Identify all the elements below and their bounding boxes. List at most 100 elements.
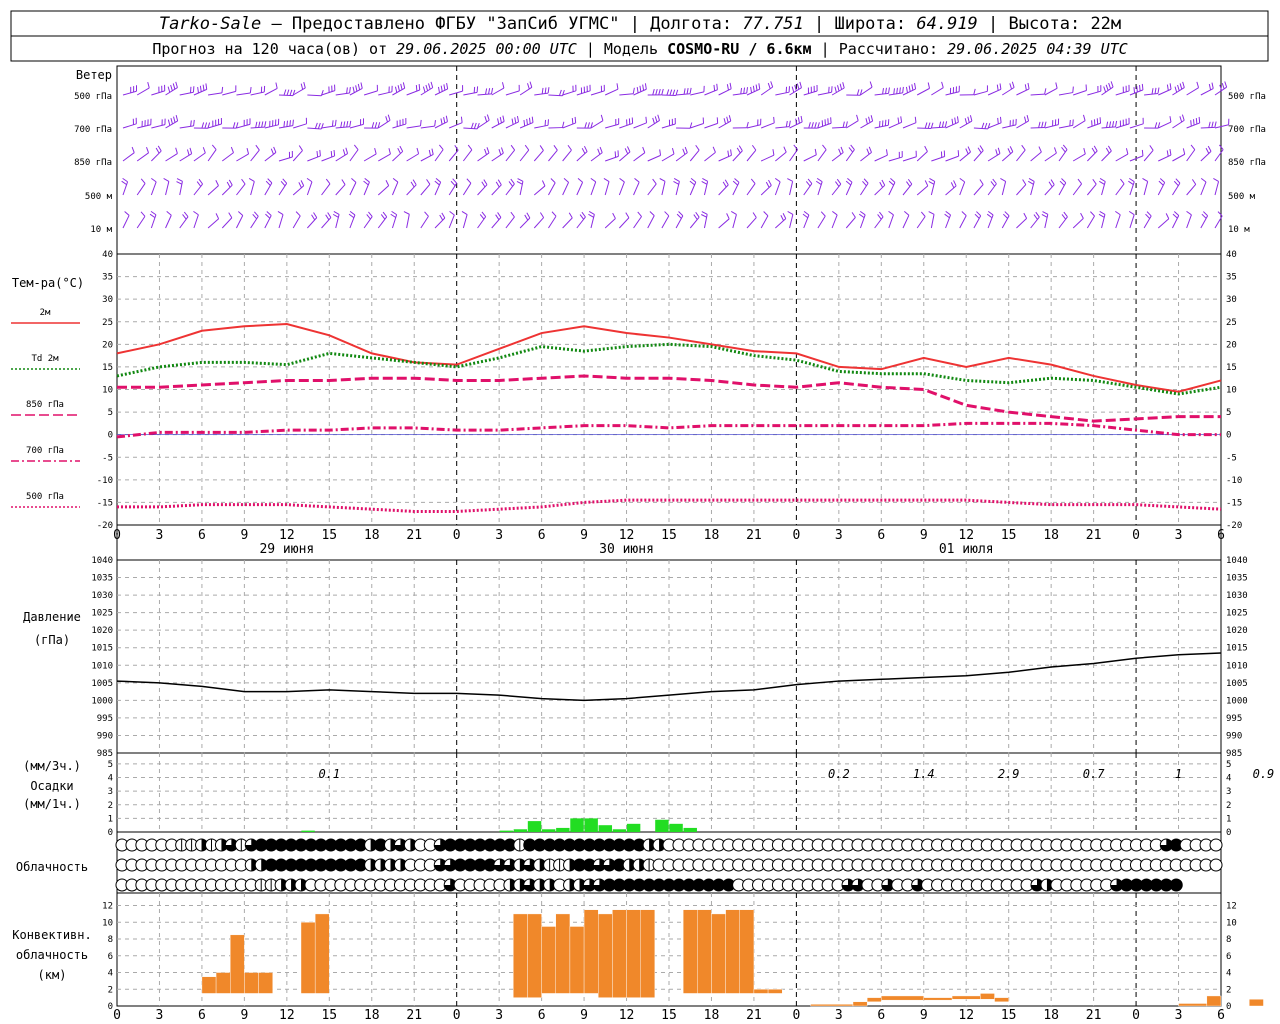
wind-barb-feather [524,214,529,221]
x-tick-label: 12 [619,528,635,543]
wind-barb-feather [997,147,1001,154]
wind-barb [959,151,971,162]
wind-barb-feather [1224,81,1228,88]
legend-label: Td 2м [31,354,59,364]
y-tick-label-right: -5 [1226,453,1237,463]
wind-barb-feather [157,145,162,152]
wind-barb-feather [334,119,337,126]
wind-barb-feather [298,182,302,188]
wind-barb-feather [969,115,973,122]
y-tick-label-right: 35 [1226,273,1237,283]
convective-bar [881,995,924,1001]
wind-barb [633,88,647,96]
y-tick-label-right: 25 [1226,318,1237,328]
wind-barb-feather [938,121,942,128]
wind-barb [179,91,194,96]
wind-barb-feather [645,116,648,123]
wind-barb-feather [1024,84,1027,91]
x-tick-label: 6 [198,528,206,543]
convective-bar [541,926,556,994]
wind-barb [462,214,468,229]
wind-barb-feather [497,179,502,186]
wind-barb-feather [470,122,474,129]
wind-barb-feather [928,180,935,185]
wind-barb [307,127,322,130]
wind-barb [236,123,251,129]
wind-barb-feather [689,180,695,186]
wind-barb-feather [822,144,827,151]
convective-bar [244,972,259,994]
wind-barb-feather [814,122,817,129]
wind-barb-feather [695,211,700,218]
wind-barb [292,87,306,96]
wind-barb [845,149,855,162]
wind-barb-feather [899,87,901,94]
convective-title-1: Конвективн. [12,928,91,942]
wind-barb-feather [642,84,645,91]
wind-barb [179,125,194,129]
y-tick-label-right: 12 [1226,902,1237,912]
wind-barb [1172,182,1181,196]
wind-barb [477,184,488,196]
wind-barb-feather [642,146,646,153]
wind-barb-feather [150,210,157,216]
x-tick-label: 21 [1086,528,1102,543]
x-tick-label: 18 [364,528,380,543]
convective-bar [725,909,740,994]
wind-barb-feather [979,179,984,185]
wind-barb [761,122,775,129]
wind-barb [746,149,757,162]
wind-barb [676,93,691,96]
wind-barb-feather [481,181,486,188]
wind-barb-feather [793,144,798,150]
precip-bar [669,823,683,832]
wind-barb [505,216,515,229]
precip-bar [513,829,528,832]
wind-barb-feather [583,145,588,152]
wind-barb [618,181,625,196]
wind-barb-feather [1177,84,1180,91]
y-tick-label-right: 10 [1226,918,1237,928]
y-tick-label: 995 [97,714,113,724]
wind-barb-feather [649,211,655,216]
wind-barb [448,182,458,196]
wind-barb-feather [1022,179,1027,185]
legend-label: 700 гПа [26,446,64,456]
wind-barb-feather [1033,214,1038,220]
y-tick-label: 40 [102,250,113,260]
convective-bar [711,913,726,994]
wind-barb [534,92,549,96]
precip-bar [626,823,641,832]
wind-barb [832,126,847,129]
y-tick-label-right: 1035 [1226,574,1248,584]
wind-barb-feather [888,180,894,186]
wind-barb-feather [906,181,911,187]
wind-barb [293,123,307,129]
wind-barb-feather [1004,211,1010,217]
wind-barb [1172,153,1185,162]
wind-barb [122,123,137,129]
wind-barb-feather [316,150,319,158]
wind-barb-feather [807,178,813,184]
wind-barb [987,88,1002,96]
precip-bar [556,827,570,832]
wind-barb-feather [673,180,679,185]
wind-barb-feather [563,178,569,183]
wind-barb [605,155,619,162]
wind-barb-feather [151,177,157,183]
wind-barb [562,90,577,96]
wind-barb-feather [481,211,487,217]
wind-barb-feather [1120,178,1125,185]
y-tick-label-right: 995 [1226,714,1242,724]
wind-barb-feather [410,181,415,188]
wind-barb [1186,87,1199,96]
wind-barb [151,150,162,162]
precip-bars: 0.1 0.2 1.4 2.9 0.7 1 0.9 [301,767,1274,832]
wind-barb-feather [584,122,587,129]
y-tick-label-right: 1025 [1226,609,1248,619]
wind-barb-feather [746,87,749,94]
precip-bar [584,818,598,832]
wind-barb [902,156,917,162]
wind-barb-feather [173,116,176,123]
wind-barb [363,153,377,162]
